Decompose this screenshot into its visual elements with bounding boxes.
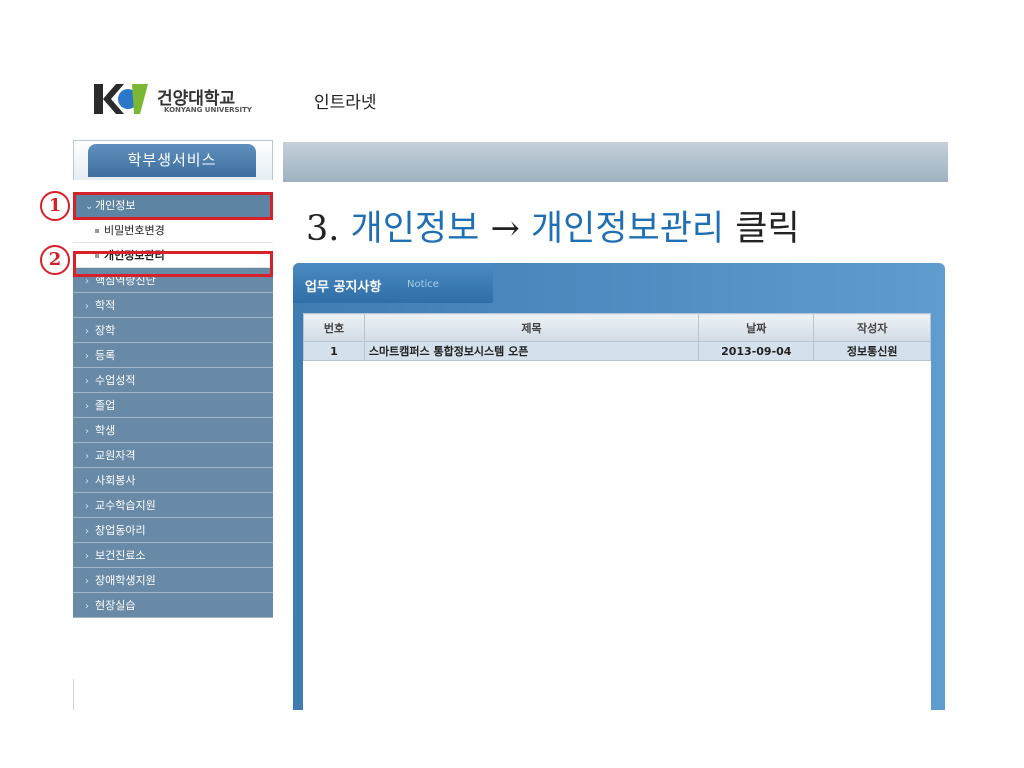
sidebar-item-startup-club[interactable]: › 창업동아리: [73, 518, 273, 543]
sidebar-item-field-practice[interactable]: › 현장실습: [73, 593, 273, 618]
column-header-date: 날짜: [698, 313, 815, 342]
sidebar-subitem-label: 비밀번호변경: [104, 224, 165, 237]
cell-date: 2013-09-04: [698, 341, 815, 361]
sidebar-item-label: 보건진료소: [95, 549, 146, 562]
cell-author: 정보통신원: [813, 341, 931, 361]
chevron-right-icon: ›: [85, 601, 89, 612]
instruction-item1: 개인정보: [350, 209, 480, 249]
intranet-label[interactable]: 인트라넷: [314, 88, 377, 113]
cell-title[interactable]: 스마트캠퍼스 통합정보시스템 오픈: [363, 341, 700, 361]
notice-panel-title: 업무 공지사항: [305, 280, 382, 295]
instruction-suffix: 클릭: [724, 209, 800, 249]
sidebar-item-label: 졸업: [95, 399, 116, 412]
sidebar: 학부생서비스 ⌄ 개인정보 비밀번호변경 개인정보관리 › 핵심역량진단 › 학적 ›…: [73, 140, 273, 710]
sidebar-item-disability-support[interactable]: › 장애학생지원: [73, 568, 273, 593]
instruction-arrow: →: [479, 209, 531, 249]
sidebar-item-label: 장애학생지원: [95, 574, 156, 587]
table-row[interactable]: 1 스마트캠퍼스 통합정보시스템 오픈 2013-09-04 정보통신원: [303, 341, 931, 361]
sidebar-item-label: 교원자격: [95, 449, 136, 462]
sidebar-item-label: 창업동아리: [95, 524, 146, 537]
sidebar-item-label: 학생: [95, 424, 116, 437]
sidebar-item-label: 현장실습: [95, 599, 136, 612]
table-header-row: 번호 제목 날짜 작성자: [303, 313, 931, 342]
sidebar-item-label: 사회봉사: [95, 474, 136, 487]
sidebar-item-student[interactable]: › 학생: [73, 418, 273, 443]
chevron-right-icon: ›: [85, 551, 89, 562]
chevron-right-icon: ›: [85, 401, 89, 412]
sidebar-item-grades[interactable]: › 수업성적: [73, 368, 273, 393]
sidebar-subitem-password-change[interactable]: 비밀번호변경: [73, 218, 273, 243]
chevron-right-icon: ›: [85, 501, 89, 512]
content-top-bar: [283, 142, 948, 182]
sidebar-item-label: 수업성적: [95, 374, 136, 387]
chevron-right-icon: ›: [85, 526, 89, 537]
sidebar-item-scholarship[interactable]: › 장학: [73, 318, 273, 343]
column-header-number: 번호: [303, 313, 365, 342]
sidebar-bottom: [73, 679, 273, 710]
notice-panel-subtitle: Notice: [407, 279, 439, 290]
sidebar-item-health-clinic[interactable]: › 보건진료소: [73, 543, 273, 568]
chevron-right-icon: ›: [85, 326, 89, 337]
sidebar-item-label: 등록: [95, 349, 116, 362]
university-logo[interactable]: 건양대학교 KONYANG UNIVERSITY: [94, 82, 264, 120]
notice-panel-body: 번호 제목 날짜 작성자 1 스마트캠퍼스 통합정보시스템 오픈 2013-09…: [303, 313, 931, 710]
column-header-author: 작성자: [813, 313, 931, 342]
column-header-title: 제목: [363, 313, 700, 342]
logo-mark-icon: [94, 84, 148, 114]
highlight-box-step2: [73, 251, 273, 277]
instruction-item2: 개인정보관리: [530, 209, 725, 249]
notice-panel-header: 업무 공지사항 Notice: [293, 263, 493, 303]
chevron-right-icon: ›: [85, 451, 89, 462]
instruction-prefix: 3.: [306, 209, 351, 249]
sidebar-item-volunteer[interactable]: › 사회봉사: [73, 468, 273, 493]
chevron-right-icon: ›: [85, 301, 89, 312]
chevron-right-icon: ›: [85, 426, 89, 437]
logo-subtitle: KONYANG UNIVERSITY: [164, 106, 253, 114]
notice-table: 번호 제목 날짜 작성자 1 스마트캠퍼스 통합정보시스템 오픈 2013-09…: [303, 313, 931, 361]
chevron-right-icon: ›: [85, 376, 89, 387]
chevron-right-icon: ›: [85, 476, 89, 487]
notice-panel: 업무 공지사항 Notice 번호 제목 날짜 작성자 1 스마트캠퍼스 통합정…: [293, 263, 945, 710]
sidebar-item-teaching-support[interactable]: › 교수학습지원: [73, 493, 273, 518]
sidebar-header: 학부생서비스: [73, 140, 273, 180]
sidebar-item-label: 교수학습지원: [95, 499, 156, 512]
bullet-icon: [95, 229, 99, 233]
tab-undergraduate-service[interactable]: 학부생서비스: [88, 144, 256, 177]
chevron-right-icon: ›: [85, 576, 89, 587]
step-number-1: 1: [40, 191, 70, 221]
sidebar-item-graduation[interactable]: › 졸업: [73, 393, 273, 418]
chevron-right-icon: ›: [85, 351, 89, 362]
cell-number: 1: [303, 341, 365, 361]
sidebar-item-academic-record[interactable]: › 학적: [73, 293, 273, 318]
step-number-2: 2: [40, 245, 70, 275]
highlight-box-step1: [73, 192, 273, 220]
sidebar-item-label: 학적: [95, 299, 116, 312]
instruction-text: 3. 개인정보 → 개인정보관리 클릭: [306, 200, 800, 251]
sidebar-item-registration[interactable]: › 등록: [73, 343, 273, 368]
sidebar-item-label: 장학: [95, 324, 116, 337]
sidebar-item-teacher-qualification[interactable]: › 교원자격: [73, 443, 273, 468]
